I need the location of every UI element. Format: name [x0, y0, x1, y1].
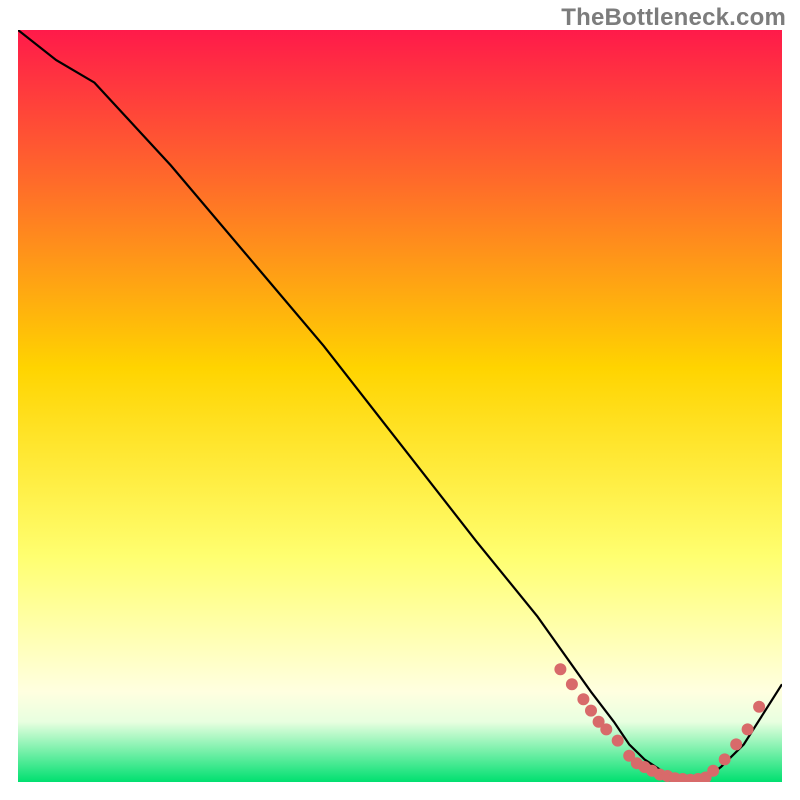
data-point: [585, 705, 597, 717]
data-point: [730, 738, 742, 750]
chart-svg: [0, 0, 800, 800]
data-point: [707, 765, 719, 777]
plot-background: [18, 30, 782, 782]
data-point: [719, 753, 731, 765]
data-point: [566, 678, 578, 690]
data-point: [742, 723, 754, 735]
data-point: [753, 701, 765, 713]
data-point: [577, 693, 589, 705]
data-point: [554, 663, 566, 675]
data-point: [600, 723, 612, 735]
chart-container: TheBottleneck.com: [0, 0, 800, 800]
data-point: [612, 735, 624, 747]
